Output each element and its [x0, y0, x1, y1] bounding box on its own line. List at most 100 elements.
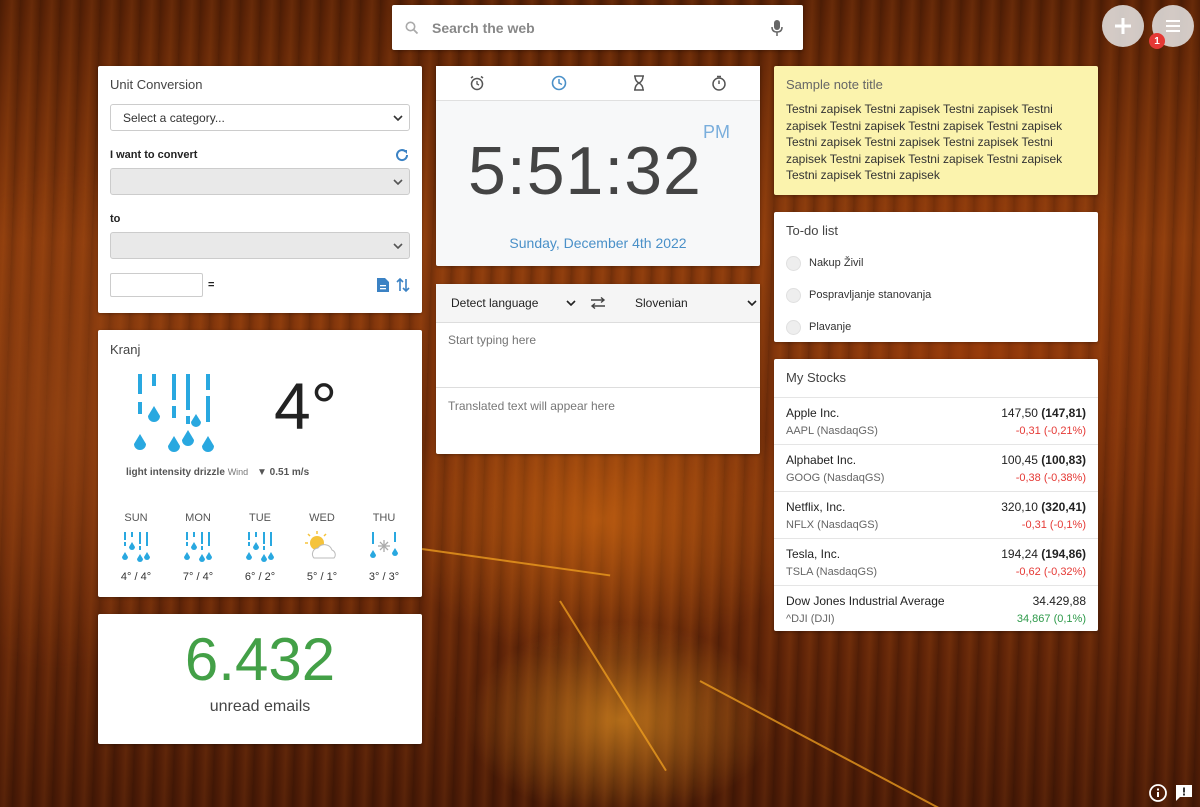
forecast-temps: 7° / 4° — [182, 571, 214, 583]
rain-icon — [184, 532, 212, 562]
clock-time: 5:51:32 — [468, 133, 702, 209]
chevron-down-icon — [747, 300, 757, 306]
category-select-value: Select a category... — [123, 110, 225, 125]
todo-title: To-do list — [786, 223, 839, 238]
todo-item-label: Nakup Živil — [809, 257, 864, 269]
stock-ticker: ^DJI (DJI) — [786, 612, 835, 625]
forecast-day: WED 5° / 1° — [298, 512, 346, 583]
clock-widget: 5:51:32 PM Sunday, December 4th 2022 — [436, 66, 760, 266]
note-title[interactable]: Sample note title — [786, 77, 1086, 92]
target-language-select[interactable]: Slovenian — [620, 296, 760, 310]
weather-location: Kranj — [110, 342, 141, 357]
note-widget[interactable]: Sample note title Testni zapisek Testni … — [774, 66, 1098, 195]
source-language-value: Detect language — [451, 296, 539, 310]
clock-tabs — [436, 66, 760, 101]
unread-email-count: 6.432 — [184, 626, 336, 693]
forecast-day: THU 3° / 3° — [360, 512, 408, 583]
document-icon[interactable] — [376, 277, 390, 293]
todo-item[interactable]: Nakup Živil — [786, 247, 1086, 279]
todo-checkbox[interactable] — [786, 319, 801, 335]
swap-vertical-icon[interactable] — [396, 277, 410, 293]
stock-price: 194,24 — [1001, 546, 1038, 561]
equals-sign: = — [208, 279, 215, 291]
todo-checkbox[interactable] — [786, 287, 801, 303]
stock-ticker: NFLX (NasdaqGS) — [786, 518, 879, 531]
clock-ampm: PM — [703, 122, 730, 142]
todo-widget: To-do list Nakup Živil Pospravljanje sta… — [774, 212, 1098, 342]
stopwatch-icon[interactable] — [711, 75, 727, 91]
swap-languages-icon[interactable] — [576, 297, 620, 309]
stock-previous-price: (147,81) — [1041, 405, 1086, 420]
source-language-select[interactable]: Detect language — [436, 296, 576, 310]
todo-item-label: Plavanje — [809, 321, 852, 333]
stock-name: Alphabet Inc. — [786, 452, 857, 467]
stock-name: Tesla, Inc. — [786, 546, 841, 561]
translate-language-bar: Detect language Slovenian — [436, 284, 760, 323]
clock-icon[interactable] — [551, 75, 567, 91]
stock-change: -0,38 (-0,38%) — [1015, 471, 1086, 484]
stock-change: -0,31 (-0,21%) — [1015, 424, 1086, 437]
wind-value: 0.51 m/s — [269, 467, 310, 478]
todo-item-label: Pospravljanje stanovanja — [809, 289, 932, 301]
partly-sunny-icon — [305, 531, 336, 559]
forecast-day-label: TUE — [249, 512, 271, 524]
forecast-temps: 4° / 4° — [120, 571, 152, 583]
stock-row[interactable]: Netflix, Inc. NFLX (NasdaqGS) 320,10 (320… — [774, 491, 1098, 538]
sleet-icon — [370, 532, 398, 558]
stock-name: Apple Inc. — [786, 405, 840, 420]
stock-change: 34,867 (0,1%) — [1016, 612, 1086, 625]
wind-direction-icon: ▼ — [256, 467, 267, 478]
forecast-temps: 3° / 3° — [368, 571, 400, 583]
forecast-day: SUN 4° / 4° — [112, 512, 160, 583]
stock-row[interactable]: Alphabet Inc. GOOG (NasdaqGS) 100,45 (100… — [774, 444, 1098, 491]
background-rail — [559, 600, 667, 772]
unread-emails-widget[interactable]: 6.432 unread emails — [98, 614, 422, 744]
stock-change: -0,31 (-0,1%) — [1021, 518, 1086, 531]
stock-change: -0,62 (-0,32%) — [1015, 565, 1086, 578]
category-select[interactable]: Select a category... — [110, 104, 410, 131]
from-unit-select[interactable] — [110, 168, 410, 195]
stocks-widget: My Stocks Apple Inc. AAPL (NasdaqGS) 147,… — [774, 359, 1098, 631]
rain-icon — [122, 532, 150, 562]
todo-checkbox[interactable] — [786, 255, 801, 271]
chevron-down-icon — [566, 300, 576, 306]
todo-item[interactable]: Plavanje — [786, 311, 1086, 343]
forecast-day-label: SUN — [124, 512, 148, 524]
info-icon[interactable] — [1148, 783, 1168, 803]
stocks-title: My Stocks — [786, 370, 846, 385]
weather-condition: light intensity drizzle — [126, 467, 225, 478]
forecast-temps: 6° / 2° — [244, 571, 276, 583]
conversion-value-input[interactable] — [110, 273, 203, 297]
to-unit-select[interactable] — [110, 232, 410, 259]
stock-name: Netflix, Inc. — [786, 499, 846, 514]
unit-conversion-title: Unit Conversion — [110, 77, 203, 92]
note-body[interactable]: Testni zapisek Testni zapisek Testni zap… — [786, 101, 1086, 184]
stock-price: 34.429,88 — [1032, 593, 1086, 608]
microphone-icon[interactable] — [751, 19, 803, 37]
translate-output: Translated text will appear here — [448, 399, 615, 413]
stock-row[interactable]: Tesla, Inc. TSLA (NasdaqGS) 194,24 (194,8… — [774, 538, 1098, 585]
menu-icon — [1166, 20, 1180, 32]
stock-price: 147,50 — [1001, 405, 1038, 420]
translate-input[interactable] — [436, 323, 760, 388]
search-bar — [392, 5, 803, 50]
stock-row[interactable]: Apple Inc. AAPL (NasdaqGS) 147,50 (147,81… — [774, 397, 1098, 444]
target-language-value: Slovenian — [635, 296, 688, 310]
feedback-icon[interactable] — [1174, 783, 1194, 803]
stock-row[interactable]: Dow Jones Industrial Average ^DJI (DJI) 3… — [774, 585, 1098, 632]
translate-widget: Detect language Slovenian Translated tex… — [436, 284, 760, 454]
stock-previous-price: (320,41) — [1041, 499, 1086, 514]
unit-conversion-widget: Unit Conversion Select a category... I w… — [98, 66, 422, 313]
forecast-day-label: WED — [309, 512, 335, 524]
to-label: to — [110, 213, 121, 225]
forecast-day-label: THU — [372, 512, 396, 524]
todo-item[interactable]: Pospravljanje stanovanja — [786, 279, 1086, 311]
search-input[interactable] — [432, 19, 751, 36]
refresh-icon[interactable] — [394, 147, 410, 163]
alarm-icon[interactable] — [469, 75, 485, 91]
clock-date: Sunday, December 4th 2022 — [509, 235, 687, 251]
stock-price: 320,10 — [1001, 499, 1038, 514]
add-widget-button[interactable] — [1102, 5, 1144, 47]
hourglass-icon[interactable] — [633, 75, 645, 91]
forecast-day-label: MON — [185, 512, 211, 524]
